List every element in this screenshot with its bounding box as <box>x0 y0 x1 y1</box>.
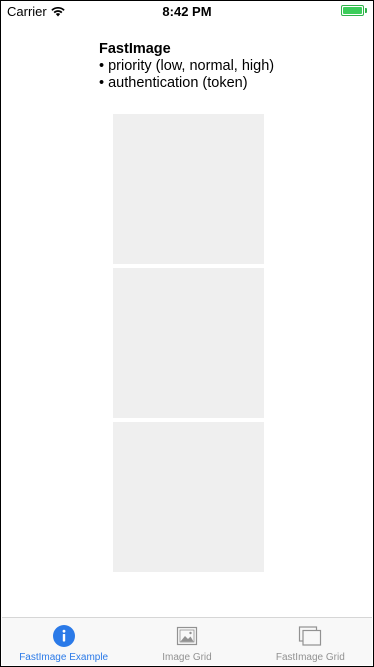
tab-label: Image Grid <box>162 652 212 663</box>
intro-text: FastImage • priority (low, normal, high)… <box>99 41 274 92</box>
gallery-icon <box>299 626 322 646</box>
clock: 8:42 PM <box>162 4 212 19</box>
image-placeholder-1 <box>113 114 264 264</box>
app-screen: Carrier 8:42 PM FastImage • priority (lo… <box>0 0 374 667</box>
intro-bullet-authentication: • authentication (token) <box>99 75 248 91</box>
battery-icon <box>341 5 367 16</box>
tab-label: FastImage Example <box>19 652 109 663</box>
image-placeholder-3 <box>113 422 264 572</box>
tab-fastimage-grid[interactable]: FastImage Grid <box>249 618 372 665</box>
info-icon <box>52 625 75 647</box>
tab-fastimage-example[interactable]: FastImage Example <box>2 618 125 665</box>
image-icon <box>176 626 198 646</box>
tab-label: FastImage Grid <box>275 652 345 663</box>
intro-title: FastImage <box>99 41 171 57</box>
intro-bullet-priority: • priority (low, normal, high) <box>99 58 275 74</box>
status-bar: Carrier 8:42 PM <box>1 1 373 21</box>
tab-image-grid[interactable]: Image Grid <box>125 618 248 665</box>
tab-bar: FastImage Example Image Grid FastImage G… <box>2 617 372 665</box>
image-placeholder-2 <box>113 268 264 418</box>
